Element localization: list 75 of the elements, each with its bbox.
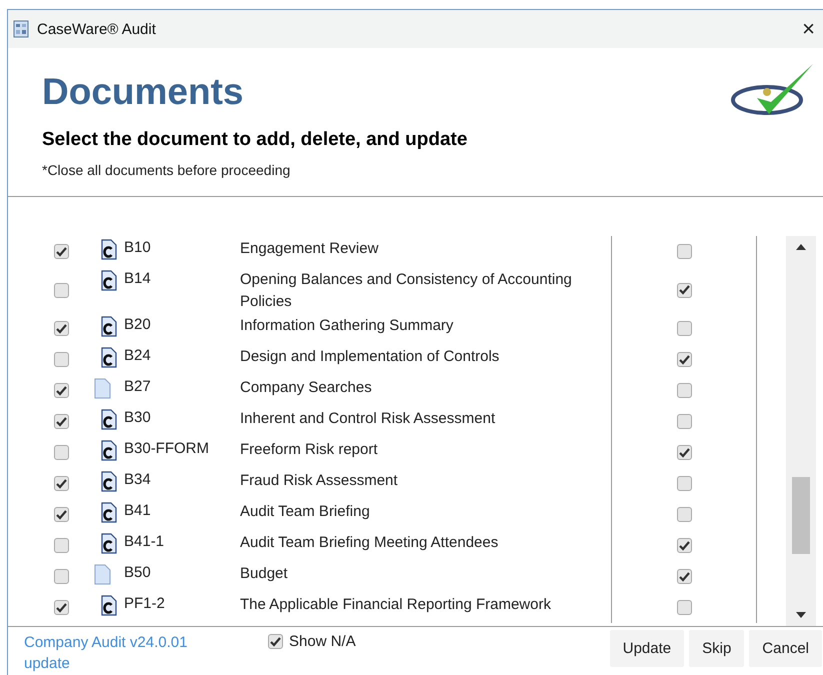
document-icon [100,316,117,337]
document-icon [100,440,117,461]
document-code: B10 [123,238,152,256]
dialog-button[interactable]: Update [610,630,684,667]
document-name: Budget [240,564,289,584]
checkbox[interactable] [676,321,692,336]
dialog-button[interactable]: Skip [689,630,744,667]
checkbox[interactable] [676,445,692,460]
document-code: B30 [123,408,152,426]
checkbox[interactable] [54,445,69,460]
checkbox[interactable] [54,507,69,522]
checkbox[interactable] [676,383,692,398]
document-name: Audit Team Briefing Meeting Attendees [240,533,500,553]
document-code: B41 [123,501,152,519]
page-icon [94,378,111,399]
scroll-down-icon[interactable] [796,612,806,618]
document-code: B14 [123,269,152,287]
document-name: Information Gathering Summary [240,316,454,336]
checkbox[interactable] [676,476,692,491]
checkbox[interactable] [54,569,69,584]
checkbox[interactable] [676,507,692,522]
scrollbar[interactable] [786,236,816,626]
document-icon [100,533,117,554]
checkbox[interactable] [54,476,69,491]
checkbox[interactable] [54,414,69,429]
checkbox[interactable] [676,538,692,553]
document-code: B50 [123,563,152,581]
checkbox[interactable] [268,634,283,649]
document-name: The Applicable Financial Reporting Framework [240,595,552,615]
checkbox[interactable] [54,600,69,615]
checkbox[interactable] [676,414,692,429]
document-icon [100,409,117,430]
document-name: Audit Team Briefing [240,502,371,522]
window-title: CaseWare® Audit [37,20,157,38]
document-code: PF1-2 [123,594,166,612]
checkbox[interactable] [54,244,69,259]
dialog-button[interactable]: Cancel [749,630,822,667]
document-icon [100,471,117,492]
document-icon [100,595,117,616]
checkbox[interactable] [676,244,692,259]
close-button[interactable]: × [800,16,817,42]
checkbox[interactable] [676,600,692,615]
document-code: B41-1 [123,532,166,550]
document-name: Freeform Risk report [240,440,379,460]
checkbox[interactable] [54,538,69,553]
checkbox[interactable] [54,321,69,336]
checkbox[interactable] [54,383,69,398]
note-text: *Close all documents before proceeding [42,162,292,178]
document-icon [100,270,117,291]
document-code: B27 [123,377,152,395]
app-icon [13,20,29,38]
checkbox[interactable] [676,352,692,367]
checkbox-label: Show N/A [289,633,356,650]
scroll-up-icon[interactable] [796,244,806,250]
document-name: Engagement Review [240,239,380,259]
page-icon [94,564,111,585]
checkbox[interactable] [676,282,692,298]
checkbox[interactable] [676,569,692,584]
document-name: Fraud Risk Assessment [240,471,399,491]
document-code: B24 [123,346,152,364]
document-icon [100,239,117,260]
scroll-thumb[interactable] [792,477,810,554]
checkbox[interactable] [54,282,69,298]
document-icon [100,347,117,368]
page-title: Documents [42,70,244,114]
document-name: Design and Implementation of Controls [240,347,500,367]
page-subtitle: Select the document to add, delete, and update [42,128,468,152]
document-code: B20 [123,315,152,333]
checkbox[interactable] [54,352,69,367]
document-name: Company Searches [240,378,373,398]
document-code: B30-FFORM [123,439,210,457]
document-name: Inherent and Control Risk Assessment [240,409,496,429]
document-icon [100,502,117,523]
document-name: Opening Balances and Consistency of Accounting Policies [240,270,573,312]
document-code: B34 [123,470,152,488]
